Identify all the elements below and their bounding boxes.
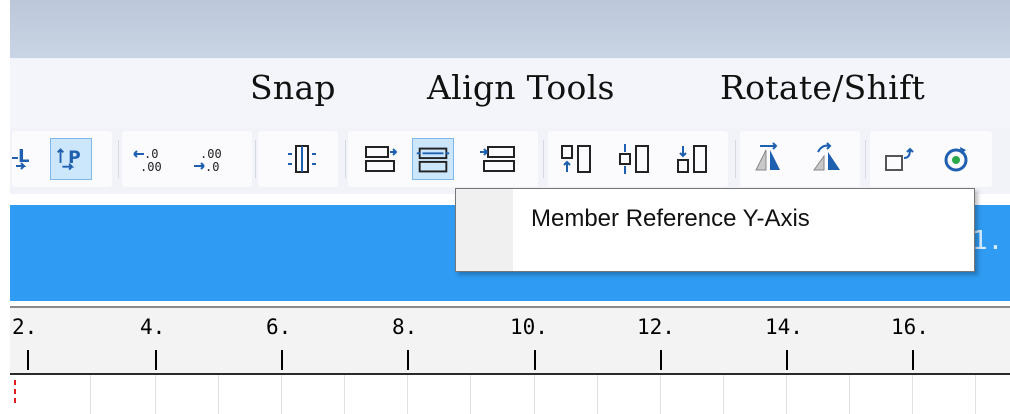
gridline [912, 375, 913, 414]
canvas-grid[interactable] [10, 375, 1010, 414]
mirror-horizontal-icon [755, 142, 780, 171]
gridline [470, 375, 471, 414]
ruler-label: 14. [765, 315, 803, 339]
ruler-label: 10. [510, 315, 548, 339]
mirror-horizontal-button[interactable] [748, 138, 788, 180]
ruler-tick [155, 350, 157, 370]
gridline [218, 375, 219, 414]
align-top-icon [561, 145, 591, 173]
menu-snap[interactable]: Snap [250, 68, 336, 107]
align-middle-button[interactable] [614, 138, 654, 180]
snap-left-button[interactable]: L [10, 138, 50, 180]
tooltip-text: Member Reference Y-Axis [531, 205, 810, 232]
gridline [281, 375, 282, 414]
ruler-label: 16. [891, 315, 929, 339]
member-reference-x-axis-button[interactable] [360, 138, 400, 180]
decimal-increase-icon: .00 .0 [194, 147, 222, 174]
gridline [344, 375, 345, 414]
ruler-tick [27, 350, 29, 370]
ruler-label: 12. [637, 315, 675, 339]
ruler-label: 4. [140, 315, 166, 339]
gridline [849, 375, 850, 414]
gridline [723, 375, 724, 414]
rotate-icon [944, 147, 968, 172]
ruler-tick [786, 350, 788, 370]
menu-rotate-shift[interactable]: Rotate/Shift [720, 68, 925, 107]
tooltip-gutter [456, 189, 513, 271]
snap-point-button[interactable]: P [50, 138, 92, 180]
shift-icon [885, 147, 914, 171]
center-vertical-button[interactable] [282, 138, 322, 180]
member-reference-z-axis-button[interactable] [478, 138, 518, 180]
gridline [786, 375, 787, 414]
align-top-button[interactable] [556, 138, 596, 180]
window-left-edge [0, 0, 10, 414]
ruler-label: 8. [392, 315, 418, 339]
ruler-tick [407, 350, 409, 370]
align-middle-icon [619, 144, 649, 174]
toolbar-separator [118, 140, 119, 178]
toolbar-separator [865, 140, 866, 178]
snap-point-icon: P [56, 148, 81, 171]
toolbar-separator [255, 140, 256, 178]
center-vertical-icon [288, 145, 316, 173]
svg-text:.0: .0 [144, 147, 158, 161]
gridline [660, 375, 661, 414]
member-reference-z-axis-icon [480, 146, 515, 172]
ruler-label: 2. [12, 315, 38, 339]
ruler-tick [660, 350, 662, 370]
panel-value-fragment: 1. [972, 226, 1004, 256]
toolbar-separator [543, 140, 544, 178]
mirror-vertical-icon [813, 142, 840, 171]
gridline [407, 375, 408, 414]
member-reference-x-axis-icon [365, 146, 398, 172]
mirror-vertical-button[interactable] [806, 138, 846, 180]
window-title-bar [10, 0, 1010, 58]
ruler-tick [912, 350, 914, 370]
snap-left-icon: L [12, 146, 29, 170]
svg-text:L: L [18, 146, 29, 167]
decimal-increase-button[interactable]: .00 .0 [190, 138, 230, 180]
gridline [597, 375, 598, 414]
ruler-tick [534, 350, 536, 370]
menu-align-tools[interactable]: Align Tools [427, 68, 615, 107]
svg-text:.0: .0 [205, 160, 219, 174]
align-bottom-button[interactable] [672, 138, 712, 180]
svg-text:.00: .00 [140, 160, 162, 174]
red-dashed-marker [14, 380, 16, 406]
tooltip: Member Reference Y-Axis [455, 188, 975, 272]
toolbar-separator [735, 140, 736, 178]
gridline [155, 375, 156, 414]
gridline [90, 375, 91, 414]
shift-button[interactable] [880, 138, 920, 180]
rotate-button[interactable] [936, 138, 976, 180]
member-reference-y-axis-button[interactable] [412, 138, 454, 180]
decimal-decrease-icon: .0 .00 [133, 147, 162, 174]
gridline [534, 375, 535, 414]
member-reference-y-axis-icon [416, 147, 450, 173]
decimal-decrease-button[interactable]: .0 .00 [130, 138, 170, 180]
gridline [975, 375, 976, 414]
toolbar-separator [345, 140, 346, 178]
ruler-tick [281, 350, 283, 370]
align-bottom-icon [677, 145, 707, 173]
ruler-label: 6. [266, 315, 292, 339]
svg-text:.00: .00 [200, 147, 222, 161]
